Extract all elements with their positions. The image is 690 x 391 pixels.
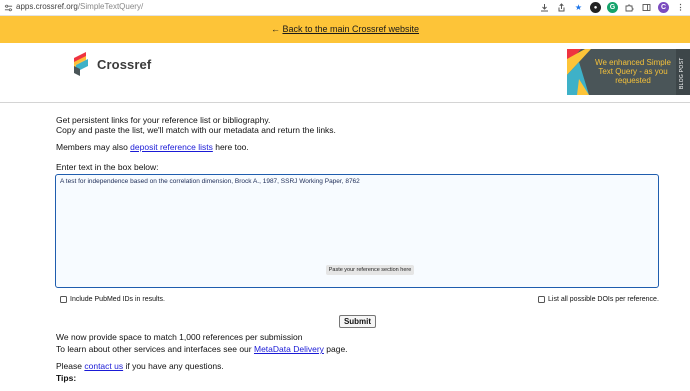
services-suffix: page. [323, 344, 348, 354]
url-path: /SimpleTextQuery/ [77, 2, 144, 11]
include-pubmed-checkbox[interactable] [60, 296, 67, 303]
contact-prefix: Please [56, 361, 85, 371]
extensions-puzzle-icon[interactable] [624, 2, 635, 13]
back-arrow-icon: ← [270, 24, 280, 34]
submit-button[interactable]: Submit [339, 315, 376, 328]
list-all-dois-checkbox[interactable] [538, 296, 545, 303]
browser-actions: ★ ● G C ⋮ [539, 2, 686, 13]
blog-post-promo[interactable]: We enhanced Simple Text Query - as you r… [567, 49, 690, 95]
include-pubmed-label: Include PubMed IDs in results. [70, 296, 165, 303]
site-info-icon[interactable] [4, 3, 13, 13]
top-banner: ← Back to the main Crossref website [0, 16, 690, 43]
services-prefix: To learn about other services and interf… [56, 344, 254, 354]
more-menu-icon[interactable]: ⋮ [675, 2, 686, 13]
share-icon[interactable] [556, 2, 567, 13]
extension-icon[interactable]: ● [590, 2, 601, 13]
back-link-wrapper: ← Back to the main Crossref website [0, 24, 690, 34]
contact-suffix: if you have any questions. [123, 361, 224, 371]
members-suffix: here too. [212, 142, 249, 152]
contact-us-link[interactable]: contact us [84, 361, 123, 371]
site-header: Crossref We enhanced Simple Text Query -… [0, 43, 690, 103]
list-all-dois-option: List all possible DOIs per reference. [538, 296, 659, 303]
intro-line-2: Copy and paste the list, we'll match wit… [56, 125, 336, 135]
blog-post-tag-label: BLOG POST [679, 57, 685, 89]
blog-post-tag: BLOG POST [676, 49, 690, 95]
reference-textarea-value: A test for independence based on the cor… [60, 178, 360, 185]
promo-text: We enhanced Simple Text Query - as you r… [595, 58, 671, 85]
include-pubmed-option: Include PubMed IDs in results. [60, 296, 165, 303]
address-bar[interactable]: apps.crossref.org/SimpleTextQuery/ [16, 2, 143, 11]
members-prefix: Members may also [56, 142, 131, 152]
logo-wordmark: Crossref [97, 56, 152, 72]
metadata-delivery-link[interactable]: MetaData Delivery [254, 344, 324, 354]
members-line: Members may also deposit reference lists… [56, 142, 249, 152]
tips-heading: Tips: [56, 373, 77, 383]
browser-toolbar: apps.crossref.org/SimpleTextQuery/ ★ ● G… [0, 0, 690, 16]
list-all-dois-label: List all possible DOIs per reference. [548, 296, 659, 303]
contact-line: Please contact us if you have any questi… [56, 361, 224, 371]
download-icon[interactable] [539, 2, 550, 13]
sidebar-icon[interactable] [641, 2, 652, 13]
paste-hint-tooltip: Paste your reference section here [326, 265, 414, 275]
bookmark-star-icon[interactable]: ★ [573, 2, 584, 13]
textbox-label: Enter text in the box below: [56, 162, 159, 172]
services-line: To learn about other services and interf… [56, 344, 348, 354]
url-host: apps.crossref.org [16, 2, 78, 11]
crossref-logo[interactable]: Crossref [74, 52, 151, 76]
deposit-reference-lists-link[interactable]: deposit reference lists [130, 142, 213, 152]
capacity-note: We now provide space to match 1,000 refe… [56, 332, 303, 342]
intro-line-1: Get persistent links for your reference … [56, 115, 271, 125]
grammarly-icon[interactable]: G [607, 2, 618, 13]
profile-avatar[interactable]: C [658, 2, 669, 13]
back-to-crossref-link[interactable]: Back to the main Crossref website [282, 24, 419, 34]
crossref-logo-mark [74, 52, 88, 76]
